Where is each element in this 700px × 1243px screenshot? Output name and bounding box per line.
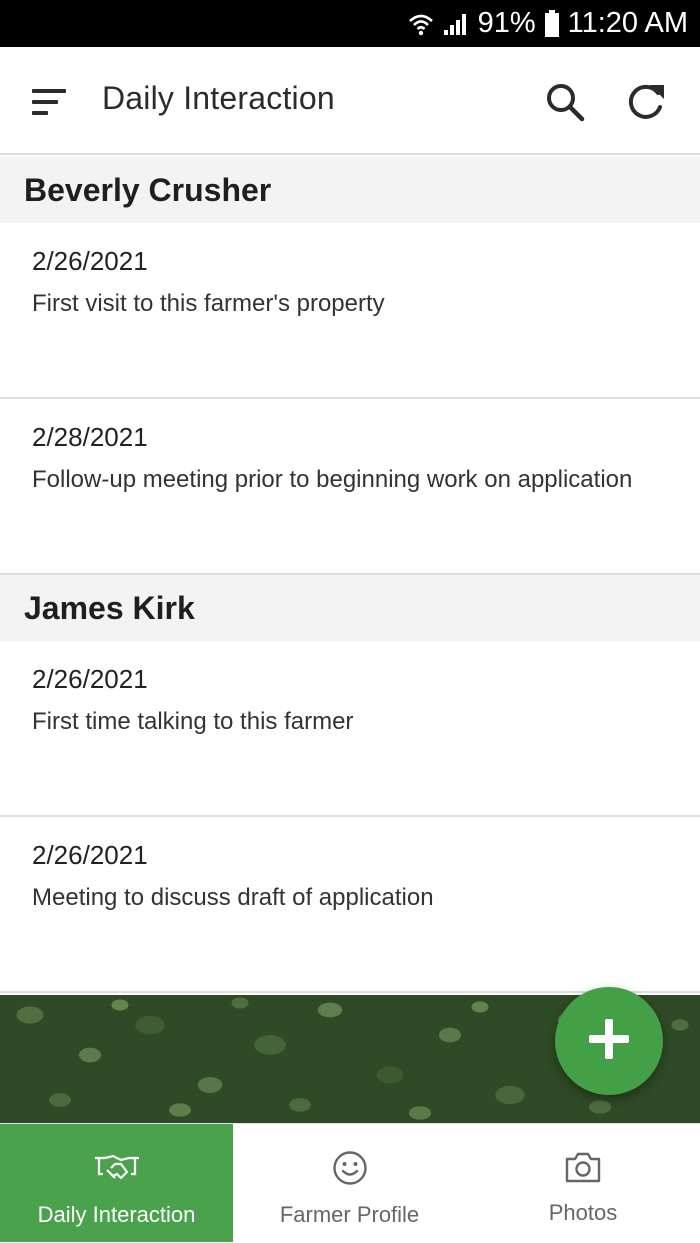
entry-date: 2/26/2021	[32, 664, 148, 694]
tab-label: Photos	[548, 1200, 618, 1225]
battery-percent: 91%	[477, 7, 536, 39]
entry-description: Follow-up meeting prior to beginning wor…	[32, 466, 633, 493]
menu-icon[interactable]	[30, 85, 68, 119]
entry-description: First time talking to this farmer	[32, 708, 354, 735]
entry-date: 2/28/2021	[32, 422, 148, 452]
tab-daily-interaction[interactable]: Daily Interaction	[0, 1124, 233, 1242]
signal-icon	[442, 12, 470, 36]
app-bar: Daily Interaction	[0, 47, 700, 155]
search-icon[interactable]	[544, 81, 586, 123]
list-item[interactable]: 2/26/2021 Meeting to discuss draft of ap…	[0, 817, 700, 993]
battery-icon	[544, 9, 560, 38]
interaction-list: Beverly Crusher 2/26/2021 First visit to…	[0, 157, 700, 993]
group-header-james-kirk: James Kirk	[0, 575, 700, 641]
tab-label: Daily Interaction	[37, 1202, 196, 1227]
clock: 11:20 AM	[567, 7, 688, 39]
entry-description: First visit to this farmer's property	[32, 290, 385, 317]
list-item[interactable]: 2/28/2021 Follow-up meeting prior to beg…	[0, 399, 700, 575]
wifi-icon	[408, 12, 434, 36]
refresh-icon[interactable]	[624, 81, 668, 123]
camera-icon	[564, 1150, 602, 1190]
plus-icon	[587, 1017, 631, 1066]
list-item[interactable]: 2/26/2021 First time talking to this far…	[0, 641, 700, 817]
bottom-nav: Daily Interaction Farmer Profile Photos	[0, 1123, 700, 1243]
add-interaction-button[interactable]	[555, 987, 663, 1095]
smiley-icon	[332, 1150, 368, 1192]
tab-farmer-profile[interactable]: Farmer Profile	[233, 1124, 466, 1242]
group-header-beverly-crusher: Beverly Crusher	[0, 157, 700, 223]
entry-date: 2/26/2021	[32, 840, 148, 870]
tab-label: Farmer Profile	[279, 1202, 420, 1227]
status-bar: 91% 11:20 AM	[0, 0, 700, 47]
handshake-icon	[93, 1150, 141, 1192]
list-item[interactable]: 2/26/2021 First visit to this farmer's p…	[0, 223, 700, 399]
entry-date: 2/26/2021	[32, 246, 148, 276]
page-title: Daily Interaction	[102, 80, 335, 116]
entry-description: Meeting to discuss draft of application	[32, 884, 434, 911]
tab-photos[interactable]: Photos	[466, 1124, 700, 1242]
